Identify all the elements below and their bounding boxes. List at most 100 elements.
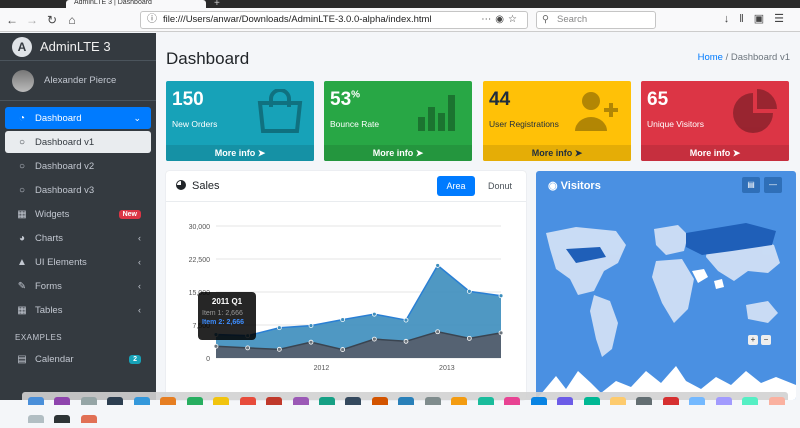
- dock-app-icon[interactable]: [477, 397, 494, 405]
- dock-app-icon[interactable]: [504, 397, 521, 405]
- avatar: [12, 69, 34, 92]
- reload-icon[interactable]: ↻: [44, 12, 60, 28]
- sidebar-item-forms[interactable]: ✎ Forms ‹: [5, 275, 151, 297]
- data-point-item1: [371, 311, 377, 317]
- chevron-left-icon: ‹: [138, 281, 141, 291]
- sidebar-item-ui-elements[interactable]: ▲ UI Elements ‹: [5, 251, 151, 273]
- sidebar-item-dashboard-v3[interactable]: ○ Dashboard v3: [5, 179, 151, 201]
- sidebar-item-dashboard-v2[interactable]: ○ Dashboard v2: [5, 155, 151, 177]
- th-icon: ▦: [17, 208, 27, 220]
- dock-app-icon[interactable]: [292, 397, 309, 405]
- info-icon[interactable]: ⓘ: [147, 12, 157, 28]
- x-tick-label: 2013: [439, 365, 455, 372]
- user-name[interactable]: Alexander Pierce: [44, 75, 116, 86]
- browser-tab-strip: AdminLTE 3 | Dashboard +: [0, 0, 800, 9]
- zoom-in-button[interactable]: +: [748, 335, 758, 345]
- zoom-out-button[interactable]: −: [761, 335, 771, 345]
- back-icon[interactable]: ←: [4, 12, 20, 28]
- sidebar-item-dashboard[interactable]: ◔ Dashboard ⌄: [5, 107, 151, 129]
- dock-app-icon[interactable]: [28, 397, 44, 405]
- browser-tab[interactable]: AdminLTE 3 | Dashboard: [66, 0, 206, 8]
- search-input[interactable]: ⚲ Search: [536, 11, 656, 29]
- x-tick-label: 2012: [314, 365, 330, 372]
- dock-app-icon[interactable]: [80, 415, 97, 423]
- more-info-link[interactable]: More info ➤: [166, 145, 314, 161]
- y-tick-label: 22,500: [189, 257, 211, 264]
- dock-app-icon[interactable]: [54, 397, 71, 405]
- toolbar-right-icons[interactable]: ↓‖▣☰: [724, 12, 794, 25]
- tooltip-item-2: Item 2: 2,666: [202, 319, 245, 326]
- dock-app-icon[interactable]: [107, 397, 124, 405]
- tab-donut[interactable]: Donut: [479, 176, 521, 196]
- more-info-link[interactable]: More info ➤: [641, 145, 789, 161]
- breadcrumb-home[interactable]: Home: [698, 52, 723, 63]
- sidebar-item-label: Dashboard v1: [35, 136, 95, 148]
- user-panel[interactable]: Alexander Pierce: [0, 61, 156, 101]
- dock-app-icon[interactable]: [345, 397, 362, 405]
- dock-app-icon[interactable]: [133, 397, 150, 405]
- dock-app-icon[interactable]: [398, 397, 415, 405]
- card-title: Sales: [176, 180, 220, 192]
- chevron-down-icon: ⌄: [133, 112, 141, 123]
- dock-app-icon[interactable]: [266, 397, 283, 405]
- data-point-item2: [371, 336, 377, 342]
- sidebar-item-calendar[interactable]: ▤ Calendar 2: [5, 348, 151, 370]
- search-placeholder: Search: [557, 14, 588, 25]
- dashboard-icon: ◔: [18, 112, 26, 124]
- new-badge: New: [118, 209, 141, 219]
- sales-card: Sales Area Donut 30,00022,50015,0007,500…: [166, 171, 526, 400]
- circle-icon: ○: [18, 160, 26, 172]
- dock-app-icon[interactable]: [742, 397, 759, 405]
- stat-box-visitors: 65 Unique Visitors More info ➤: [641, 81, 789, 161]
- macos-dock: [22, 392, 788, 423]
- dock-app-icon[interactable]: [186, 397, 203, 405]
- dock-app-icon[interactable]: [557, 397, 574, 405]
- dock-app-icon[interactable]: [239, 397, 256, 405]
- chevron-left-icon: ‹: [138, 233, 141, 243]
- dock-app-icon[interactable]: [80, 397, 97, 405]
- y-tick-label: 0: [206, 356, 210, 363]
- dock-app-icon[interactable]: [715, 397, 732, 405]
- dock-app-icon[interactable]: [689, 397, 706, 405]
- more-info-link[interactable]: More info ➤: [483, 145, 631, 161]
- data-point-item2: [308, 339, 314, 345]
- chevron-left-icon: ‹: [138, 257, 141, 267]
- dock-app-icon[interactable]: [160, 397, 177, 405]
- dock-app-icon[interactable]: [371, 397, 388, 405]
- dock-app-icon[interactable]: [530, 397, 547, 405]
- dock-app-icon[interactable]: [583, 397, 600, 405]
- dock-app-icon[interactable]: [609, 397, 626, 405]
- sidebar-item-label: Dashboard: [35, 112, 82, 124]
- sidebar-item-dashboard-v1[interactable]: ○ Dashboard v1: [5, 131, 151, 153]
- pie-chart-icon: [176, 180, 186, 190]
- data-point-item1: [435, 263, 441, 268]
- dock-app-icon[interactable]: [662, 397, 679, 405]
- sidebar-item-charts[interactable]: ◕ Charts ‹: [5, 227, 151, 249]
- dock-app-icon[interactable]: [28, 415, 44, 423]
- forward-icon[interactable]: →: [24, 12, 40, 28]
- chart-tooltip: 2011 Q1 Item 1: 2,666 Item 2: 2,666: [198, 292, 256, 340]
- data-point-item2: [276, 346, 282, 352]
- dock-app-icon[interactable]: [451, 397, 468, 405]
- dock-app-icon[interactable]: [768, 397, 785, 405]
- sidebar-item-widgets[interactable]: ▦ Widgets New: [5, 203, 151, 225]
- dock-app-icon[interactable]: [424, 397, 441, 405]
- stat-label: Bounce Rate: [330, 119, 380, 129]
- more-info-label: More info: [531, 148, 573, 158]
- dock-app-icon[interactable]: [54, 415, 71, 423]
- dock-app-icon[interactable]: [318, 397, 335, 405]
- page-actions-icon[interactable]: ⋯◉☆: [481, 12, 521, 28]
- stat-value: 65: [647, 89, 669, 110]
- more-info-link[interactable]: More info ➤: [324, 145, 472, 161]
- dock-app-icon[interactable]: [636, 397, 653, 405]
- brand-link[interactable]: A AdminLTE 3: [0, 33, 156, 61]
- tab-area[interactable]: Area: [437, 176, 475, 196]
- data-point-item1: [466, 288, 472, 294]
- sidebar-item-tables[interactable]: ▦ Tables ‹: [5, 299, 151, 321]
- url-bar[interactable]: ⓘ file:///Users/anwar/Downloads/AdminLTE…: [140, 11, 528, 29]
- data-point-item2: [498, 330, 504, 336]
- home-icon[interactable]: ⌂: [64, 12, 80, 28]
- more-info-label: More info: [214, 148, 256, 158]
- dock-app-icon[interactable]: [213, 397, 230, 405]
- search-icon: ⚲: [542, 14, 549, 25]
